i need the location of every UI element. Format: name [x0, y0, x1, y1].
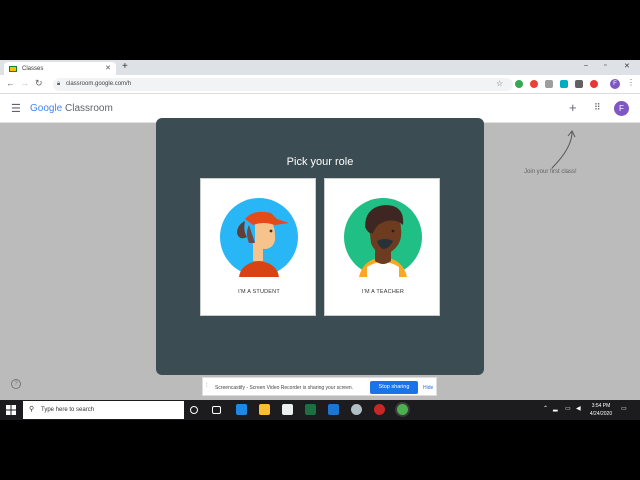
- browser-menu-icon[interactable]: ⋮: [627, 78, 635, 87]
- screen-sharing-notification-bar: ⁞ Screencastify - Screen Video Recorder …: [202, 377, 437, 396]
- classroom-logo[interactable]: Google Classroom: [30, 103, 113, 114]
- edge-browser-icon[interactable]: [236, 404, 247, 415]
- new-tab-button[interactable]: +: [122, 61, 128, 72]
- chrome-icon[interactable]: [397, 404, 408, 415]
- hide-button[interactable]: Hide: [423, 385, 433, 391]
- pick-role-dialog: Pick your role I'M A STUDENT I'M A TEACH…: [156, 118, 484, 375]
- extension-icon[interactable]: [575, 80, 583, 88]
- tab-strip: Classes ✕ + – ▫ ✕: [0, 60, 640, 75]
- brand-google: Google: [30, 103, 63, 114]
- reload-icon[interactable]: ↻: [35, 78, 43, 89]
- screencastify-extension-icon[interactable]: [590, 80, 598, 88]
- mail-icon[interactable]: [328, 404, 339, 415]
- taskbar-search-box[interactable]: ⚲ Type here to search: [23, 401, 184, 419]
- student-illustration-icon: [220, 198, 298, 277]
- close-tab-icon[interactable]: ✕: [105, 64, 111, 72]
- clock-date: 4/24/2020: [589, 411, 613, 417]
- classroom-favicon-icon: [9, 65, 17, 72]
- create-join-class-button[interactable]: +: [569, 100, 577, 115]
- teacher-role-card[interactable]: I'M A TEACHER: [324, 178, 440, 316]
- browser-profile-avatar[interactable]: F: [610, 79, 620, 89]
- volume-icon[interactable]: ◀: [576, 405, 581, 412]
- network-icon[interactable]: ▂: [553, 405, 558, 412]
- sharing-message: Screencastify - Screen Video Recorder is…: [215, 385, 354, 391]
- forward-icon[interactable]: →: [20, 78, 29, 88]
- clock-time: 3:54 PM: [591, 403, 611, 409]
- account-avatar[interactable]: F: [614, 101, 629, 116]
- maximize-icon[interactable]: ▫: [604, 62, 606, 69]
- task-view-icon[interactable]: [212, 406, 221, 414]
- minimize-icon[interactable]: –: [584, 62, 588, 69]
- browser-toolbar: ← → ↻ 🔒︎ classroom.google.com/h ☆ F ⋮: [0, 75, 640, 94]
- google-apps-icon[interactable]: ⠿: [594, 102, 601, 113]
- excel-icon[interactable]: [305, 404, 316, 415]
- windows-taskbar: ⚲ Type here to search ⌃ ▂ ▭ ◀ 3:54 PM 4/…: [0, 400, 640, 420]
- dialog-title: Pick your role: [286, 156, 354, 168]
- extension-icon[interactable]: [515, 80, 523, 88]
- student-role-label: I'M A STUDENT: [238, 289, 280, 295]
- brand-product: Classroom: [65, 103, 113, 114]
- system-clock[interactable]: 3:54 PM 4/24/2020: [585, 402, 617, 418]
- bookmark-star-icon[interactable]: ☆: [496, 79, 503, 88]
- student-role-card[interactable]: I'M A STUDENT: [200, 178, 316, 316]
- main-menu-icon[interactable]: ☰: [11, 102, 21, 115]
- teacher-role-label: I'M A TEACHER: [361, 289, 405, 295]
- app-icon[interactable]: [351, 404, 362, 415]
- search-placeholder: Type here to search: [41, 407, 95, 413]
- back-icon[interactable]: ←: [6, 78, 15, 88]
- extension-icon[interactable]: [560, 80, 568, 88]
- url-text: classroom.google.com/h: [66, 81, 132, 87]
- address-bar[interactable]: 🔒︎ classroom.google.com/h: [53, 78, 513, 91]
- extension-icon[interactable]: [545, 80, 553, 88]
- search-icon: ⚲: [29, 406, 35, 413]
- extension-icon[interactable]: [530, 80, 538, 88]
- windows-start-icon[interactable]: [6, 405, 16, 415]
- store-icon[interactable]: [282, 404, 293, 415]
- cortana-icon[interactable]: [190, 406, 198, 414]
- notifications-icon[interactable]: ▭: [621, 405, 627, 412]
- teacher-illustration-icon: [344, 198, 422, 277]
- drag-handle-icon[interactable]: ⁞: [206, 383, 208, 389]
- tab-classes[interactable]: Classes ✕: [4, 62, 116, 75]
- close-window-icon[interactable]: ✕: [624, 62, 630, 70]
- app-icon[interactable]: [374, 404, 385, 415]
- stop-sharing-button[interactable]: Stop sharing: [370, 381, 418, 394]
- lock-icon: 🔒︎: [57, 81, 61, 87]
- tab-title: Classes: [22, 65, 44, 72]
- file-explorer-icon[interactable]: [259, 404, 270, 415]
- screen: Classes ✕ + – ▫ ✕ ← → ↻ 🔒︎ classroom.goo…: [0, 60, 640, 420]
- battery-icon[interactable]: ▭: [565, 405, 571, 412]
- show-hidden-icons-icon[interactable]: ⌃: [543, 405, 548, 412]
